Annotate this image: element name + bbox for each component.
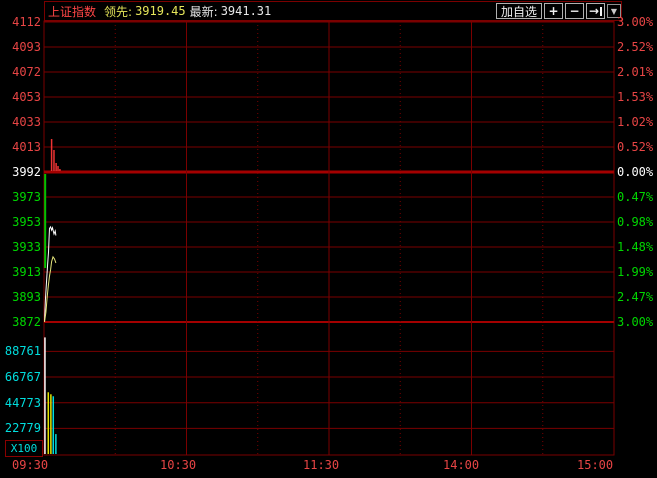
time-axis-label: 09:30 [12, 458, 48, 472]
minute-chart-canvas[interactable] [0, 0, 657, 478]
price-axis-label: 3933 [0, 240, 41, 254]
volume-bar [53, 396, 55, 454]
time-axis-label: 11:30 [303, 458, 339, 472]
add-watchlist-button[interactable]: 加自选 [496, 3, 542, 19]
chart-header: 上证指数 领先: 3919.45 最新: 3941.31 加自选 + − → ▼ [44, 1, 622, 21]
lead-spike-bar [59, 169, 61, 171]
volume-bar [50, 394, 52, 454]
percent-axis-label: 1.53% [617, 90, 657, 104]
price-axis-label: 4112 [0, 15, 41, 29]
stock-minute-chart-app: 上证指数 领先: 3919.45 最新: 3941.31 加自选 + − → ▼… [0, 0, 657, 478]
minus-icon: − [569, 4, 579, 18]
percent-axis-label: 2.52% [617, 40, 657, 54]
percent-axis-label: 1.02% [617, 115, 657, 129]
volume-axis-label: 22779 [0, 421, 41, 435]
latest-value: 3941.31 [221, 4, 272, 18]
volume-axis-label: 66767 [0, 370, 41, 384]
volume-axis-label: 88761 [0, 344, 41, 358]
price-axis-label: 4093 [0, 40, 41, 54]
price-axis-label: 3992 [0, 165, 41, 179]
lead-label: 领先: [104, 3, 132, 20]
percent-axis-label: 0.47% [617, 190, 657, 204]
toolbar: 加自选 + − → ▼ [494, 2, 621, 20]
skip-to-end-icon: → [589, 4, 599, 18]
skip-to-end-button[interactable]: → [586, 3, 605, 19]
price-axis-label: 4072 [0, 65, 41, 79]
percent-axis-label: 0.00% [617, 165, 657, 179]
volume-bar [48, 392, 50, 454]
price-axis-label: 4053 [0, 90, 41, 104]
price-axis-label: 4033 [0, 115, 41, 129]
price-axis-label: 3973 [0, 190, 41, 204]
zoom-out-button[interactable]: − [565, 3, 584, 19]
zoom-in-button[interactable]: + [544, 3, 563, 19]
percent-axis-label: 3.00% [617, 315, 657, 329]
volume-bar [44, 337, 46, 454]
lead-spike-bar [57, 166, 59, 171]
latest-label: 最新: [190, 3, 218, 20]
time-axis-label: 14:00 [443, 458, 479, 472]
percent-axis-label: 0.98% [617, 215, 657, 229]
price-axis-label: 4013 [0, 140, 41, 154]
volume-axis-label: 44773 [0, 396, 41, 410]
time-axis-label: 15:00 [577, 458, 613, 472]
open-drop-bar [44, 174, 46, 268]
time-axis-label: 10:30 [160, 458, 196, 472]
lead-spike-bar [51, 139, 53, 171]
percent-axis-label: 1.48% [617, 240, 657, 254]
percent-axis-label: 0.52% [617, 140, 657, 154]
price-axis-label: 3913 [0, 265, 41, 279]
volume-unit-label: X100 [5, 440, 43, 457]
percent-axis-label: 2.47% [617, 290, 657, 304]
plus-icon: + [548, 4, 558, 18]
lead-spike-bar [53, 150, 55, 171]
percent-axis-label: 2.01% [617, 65, 657, 79]
percent-axis-label: 1.99% [617, 265, 657, 279]
price-axis-label: 3893 [0, 290, 41, 304]
page-title: 上证指数 [45, 3, 100, 20]
price-axis-label: 3953 [0, 215, 41, 229]
lead-value: 3919.45 [135, 4, 186, 18]
percent-axis-label: 3.00% [617, 15, 657, 29]
lead-spike-bar [55, 163, 57, 171]
skip-bar-icon [600, 7, 602, 16]
volume-bar [55, 434, 57, 454]
price-axis-label: 3872 [0, 315, 41, 329]
